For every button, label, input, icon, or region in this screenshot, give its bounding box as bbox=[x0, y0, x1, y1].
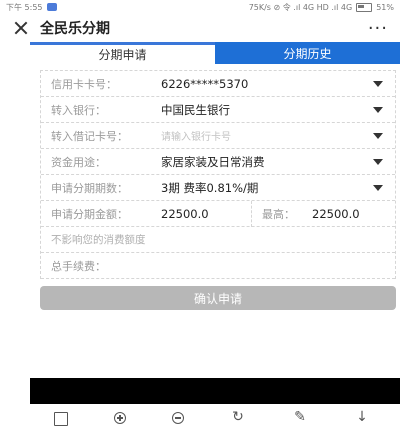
chevron-down-icon[interactable] bbox=[373, 106, 383, 113]
page-title: 全民乐分期 bbox=[40, 21, 110, 37]
status-bar: 下午 5:55 75K/s ⊘ 令 .ıl 4G HD .ıl 4G 51% bbox=[0, 0, 400, 14]
black-overlay-bar bbox=[30, 378, 400, 404]
battery-icon bbox=[356, 2, 373, 12]
installment-form: 信用卡卡号： 6226*****5370 转入银行： 中国民生银行 转入借记卡号… bbox=[40, 70, 396, 279]
debit-card-input[interactable]: 请输入银行卡号 bbox=[161, 128, 373, 143]
bank-row[interactable]: 转入银行： 中国民生银行 bbox=[41, 97, 395, 123]
title-bar: 全民乐分期 ··· bbox=[0, 14, 400, 42]
close-icon[interactable] bbox=[12, 19, 30, 37]
zoom-in-icon[interactable] bbox=[114, 412, 126, 424]
amount-input[interactable]: 22500.0 bbox=[161, 207, 251, 221]
purpose-value: 家居家装及日常消费 bbox=[161, 154, 265, 169]
period-value: 3期 费率0.81%/期 bbox=[161, 180, 259, 195]
period-label: 申请分期期数： bbox=[51, 181, 128, 195]
tab-apply[interactable]: 分期申请 bbox=[30, 42, 215, 64]
fee-row: 总手续费： bbox=[41, 253, 395, 279]
network-status: 75K/s ⊘ 令 .ıl 4G HD .ıl 4G bbox=[248, 2, 353, 12]
card-number-row[interactable]: 信用卡卡号： 6226*****5370 bbox=[41, 71, 395, 97]
status-left: 下午 5:55 bbox=[6, 2, 57, 13]
tab-history[interactable]: 分期历史 bbox=[215, 42, 400, 64]
more-icon[interactable]: ··· bbox=[368, 18, 388, 39]
shield-icon bbox=[46, 3, 57, 11]
chevron-down-icon[interactable] bbox=[373, 184, 383, 191]
purpose-label: 资金用途： bbox=[51, 155, 106, 169]
confirm-button[interactable]: 确认申请 bbox=[40, 286, 396, 310]
card-number-label: 信用卡卡号： bbox=[51, 77, 117, 91]
rotate-icon[interactable]: ↻ bbox=[230, 410, 246, 426]
download-icon[interactable]: ↓ bbox=[354, 410, 370, 426]
max-amount-value: 22500.0 bbox=[312, 206, 360, 221]
amount-label: 申请分期金额： bbox=[51, 207, 128, 221]
debit-card-label: 转入借记卡号： bbox=[51, 129, 128, 143]
amount-row: 申请分期金额： 22500.0 最高： 22500.0 bbox=[41, 200, 395, 227]
battery-level: 51% bbox=[376, 2, 394, 12]
status-time: 下午 5:55 bbox=[6, 2, 43, 12]
chevron-down-icon[interactable] bbox=[373, 158, 383, 165]
bank-label: 转入银行： bbox=[51, 103, 106, 117]
period-row[interactable]: 申请分期期数： 3期 费率0.81%/期 bbox=[41, 175, 395, 201]
zoom-out-icon[interactable] bbox=[172, 412, 184, 424]
chevron-down-icon[interactable] bbox=[373, 132, 383, 139]
status-right: 75K/s ⊘ 令 .ıl 4G HD .ıl 4G 51% bbox=[249, 2, 394, 13]
credit-note: 不影响您的消费额度 bbox=[51, 234, 146, 246]
note-row: 不影响您的消费额度 bbox=[41, 227, 395, 253]
bank-value: 中国民生银行 bbox=[161, 102, 230, 117]
tab-bar: 分期申请 分期历史 bbox=[30, 42, 400, 64]
card-number-value: 6226*****5370 bbox=[161, 76, 249, 91]
fee-label: 总手续费： bbox=[51, 259, 106, 273]
edit-icon[interactable]: ✎ bbox=[292, 410, 308, 426]
max-amount-label: 最高： bbox=[262, 207, 295, 221]
debit-card-row[interactable]: 转入借记卡号： 请输入银行卡号 bbox=[41, 123, 395, 149]
chevron-down-icon[interactable] bbox=[373, 80, 383, 87]
bottom-toolbar: ↻ ✎ ↓ bbox=[0, 410, 400, 428]
save-icon[interactable] bbox=[54, 412, 68, 426]
purpose-row[interactable]: 资金用途： 家居家装及日常消费 bbox=[41, 149, 395, 175]
